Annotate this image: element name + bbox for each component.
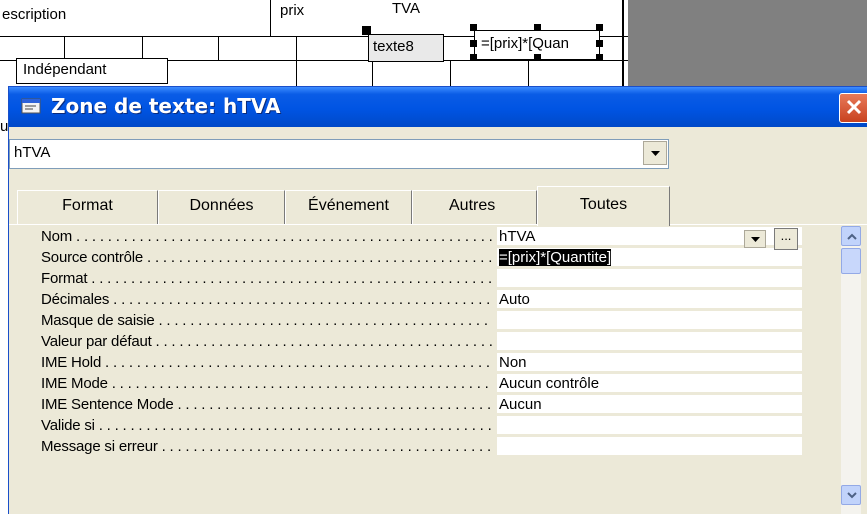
object-selector[interactable]: hTVA — [9, 139, 669, 169]
description-field-label[interactable]: escription — [2, 6, 66, 23]
resize-handle[interactable] — [470, 24, 477, 31]
property-value[interactable]: Non — [497, 353, 802, 372]
property-row[interactable]: Masque de saisie . . . . . . . . . . . .… — [41, 310, 806, 331]
property-row[interactable]: Nom . . . . . . . . . . . . . . . . . . … — [41, 226, 806, 247]
resize-handle[interactable] — [470, 54, 477, 61]
resize-handle[interactable] — [596, 40, 603, 47]
property-row[interactable]: Valeur par défaut . . . . . . . . . . . … — [41, 331, 806, 352]
texte8-label-text: texte8 — [373, 38, 414, 55]
property-row[interactable]: IME Sentence Mode . . . . . . . . . . . … — [41, 394, 806, 415]
grid-line — [296, 36, 297, 90]
resize-handle[interactable] — [596, 54, 603, 61]
vertical-scrollbar[interactable] — [841, 226, 861, 514]
property-value[interactable] — [497, 269, 802, 288]
property-label: Message si erreur . . . . . . . . . . . … — [41, 438, 493, 455]
tab-toutes[interactable]: Toutes — [537, 186, 670, 226]
designer-gray-area — [628, 0, 867, 90]
property-sheet-window[interactable]: Zone de texte: hTVA hTVA Format Données … — [8, 86, 867, 514]
independant-field-control[interactable]: Indépendant — [16, 58, 168, 84]
object-dropdown-button[interactable] — [643, 141, 667, 165]
grid-line — [218, 36, 219, 60]
chevron-down-icon — [651, 151, 660, 156]
chevron-down-icon — [751, 237, 760, 242]
property-row[interactable]: Message si erreur . . . . . . . . . . . … — [41, 436, 806, 457]
resize-handle[interactable] — [596, 24, 603, 31]
scroll-up-button[interactable] — [841, 226, 861, 246]
grid-line — [142, 36, 143, 60]
tab-format[interactable]: Format — [17, 190, 158, 224]
property-label: Masque de saisie . . . . . . . . . . . .… — [41, 312, 493, 329]
property-row[interactable]: Valide si . . . . . . . . . . . . . . . … — [41, 415, 806, 436]
property-value[interactable]: Aucun — [497, 395, 802, 414]
selected-expression: =[prix]*[Quantite] — [499, 249, 612, 266]
form-designer-background: escription prix TVA texte8 =[prix]*[Quan… — [0, 0, 867, 90]
property-label: IME Sentence Mode . . . . . . . . . . . … — [41, 396, 493, 413]
property-row[interactable]: Source contrôle . . . . . . . . . . . . … — [41, 247, 806, 268]
property-row[interactable]: IME Hold . . . . . . . . . . . . . . . .… — [41, 352, 806, 373]
property-grid[interactable]: Nom . . . . . . . . . . . . . . . . . . … — [41, 226, 806, 514]
property-label: Valide si . . . . . . . . . . . . . . . … — [41, 417, 493, 434]
property-label: Source contrôle . . . . . . . . . . . . … — [41, 249, 493, 266]
property-value[interactable]: Aucun contrôle — [497, 374, 802, 393]
property-value[interactable] — [497, 416, 802, 435]
scroll-down-button[interactable] — [841, 485, 861, 505]
property-row[interactable]: Format . . . . . . . . . . . . . . . . .… — [41, 268, 806, 289]
tva-field-label[interactable]: TVA — [392, 0, 420, 17]
source-controle-dropdown-button[interactable] — [744, 230, 766, 248]
tab-divider — [9, 224, 867, 225]
resize-handle[interactable] — [534, 54, 541, 61]
chevron-down-icon — [847, 492, 857, 499]
texte8-label-control[interactable]: texte8 — [368, 34, 444, 62]
grid-line — [270, 0, 271, 36]
tab-autres[interactable]: Autres — [412, 190, 537, 224]
property-label: Nom . . . . . . . . . . . . . . . . . . … — [41, 228, 493, 245]
property-label: Format . . . . . . . . . . . . . . . . .… — [41, 270, 493, 287]
property-label: IME Hold . . . . . . . . . . . . . . . .… — [41, 354, 493, 371]
window-title: Zone de texte: hTVA — [51, 94, 281, 118]
grid-line — [622, 0, 624, 90]
object-selector-value: hTVA — [14, 144, 51, 161]
chevron-up-icon — [847, 233, 857, 240]
source-controle-input[interactable]: =[prix]*[Quantite] — [497, 248, 802, 267]
property-row[interactable]: Décimales . . . . . . . . . . . . . . . … — [41, 289, 806, 310]
tab-evenement[interactable]: Événement — [285, 190, 412, 224]
property-value[interactable] — [497, 332, 802, 351]
title-bar[interactable]: Zone de texte: hTVA — [9, 87, 867, 127]
close-button[interactable] — [839, 93, 867, 123]
property-label: Décimales . . . . . . . . . . . . . . . … — [41, 291, 493, 308]
close-icon — [846, 99, 862, 115]
property-label: IME Mode . . . . . . . . . . . . . . . .… — [41, 375, 493, 392]
property-row[interactable]: IME Mode . . . . . . . . . . . . . . . .… — [41, 373, 806, 394]
scroll-thumb[interactable] — [841, 248, 861, 274]
property-value[interactable] — [497, 311, 802, 330]
property-value[interactable] — [497, 437, 802, 456]
grid-line — [64, 36, 65, 60]
property-value[interactable]: Auto — [497, 290, 802, 309]
resize-handle[interactable] — [470, 40, 477, 47]
independant-field-text: Indépendant — [23, 61, 107, 78]
property-label: Valeur par défaut . . . . . . . . . . . … — [41, 333, 493, 350]
htva-expression-text: =[prix]*[Quan — [481, 35, 569, 52]
expression-builder-button[interactable]: ... — [774, 228, 798, 250]
prix-field-label[interactable]: prix — [280, 2, 304, 19]
resize-handle[interactable] — [534, 24, 541, 31]
properties-icon — [21, 97, 41, 115]
tab-donnees[interactable]: Données — [158, 190, 285, 224]
